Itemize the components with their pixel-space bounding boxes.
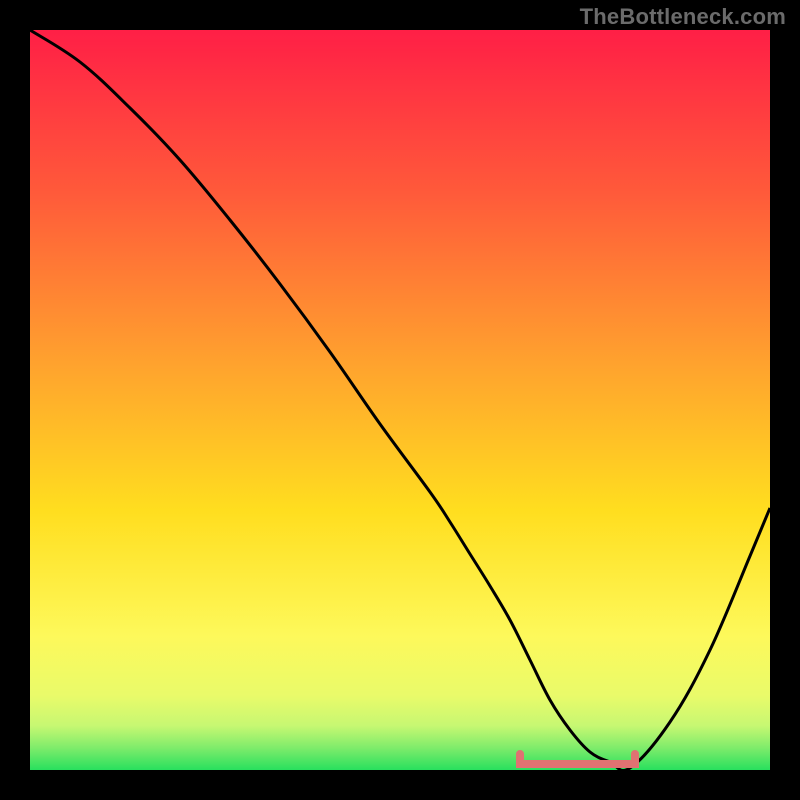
chart-svg bbox=[30, 30, 770, 770]
gradient-background bbox=[30, 30, 770, 770]
chart-container: TheBottleneck.com bbox=[0, 0, 800, 800]
watermark-text: TheBottleneck.com bbox=[580, 4, 786, 30]
plot-area bbox=[30, 30, 770, 770]
